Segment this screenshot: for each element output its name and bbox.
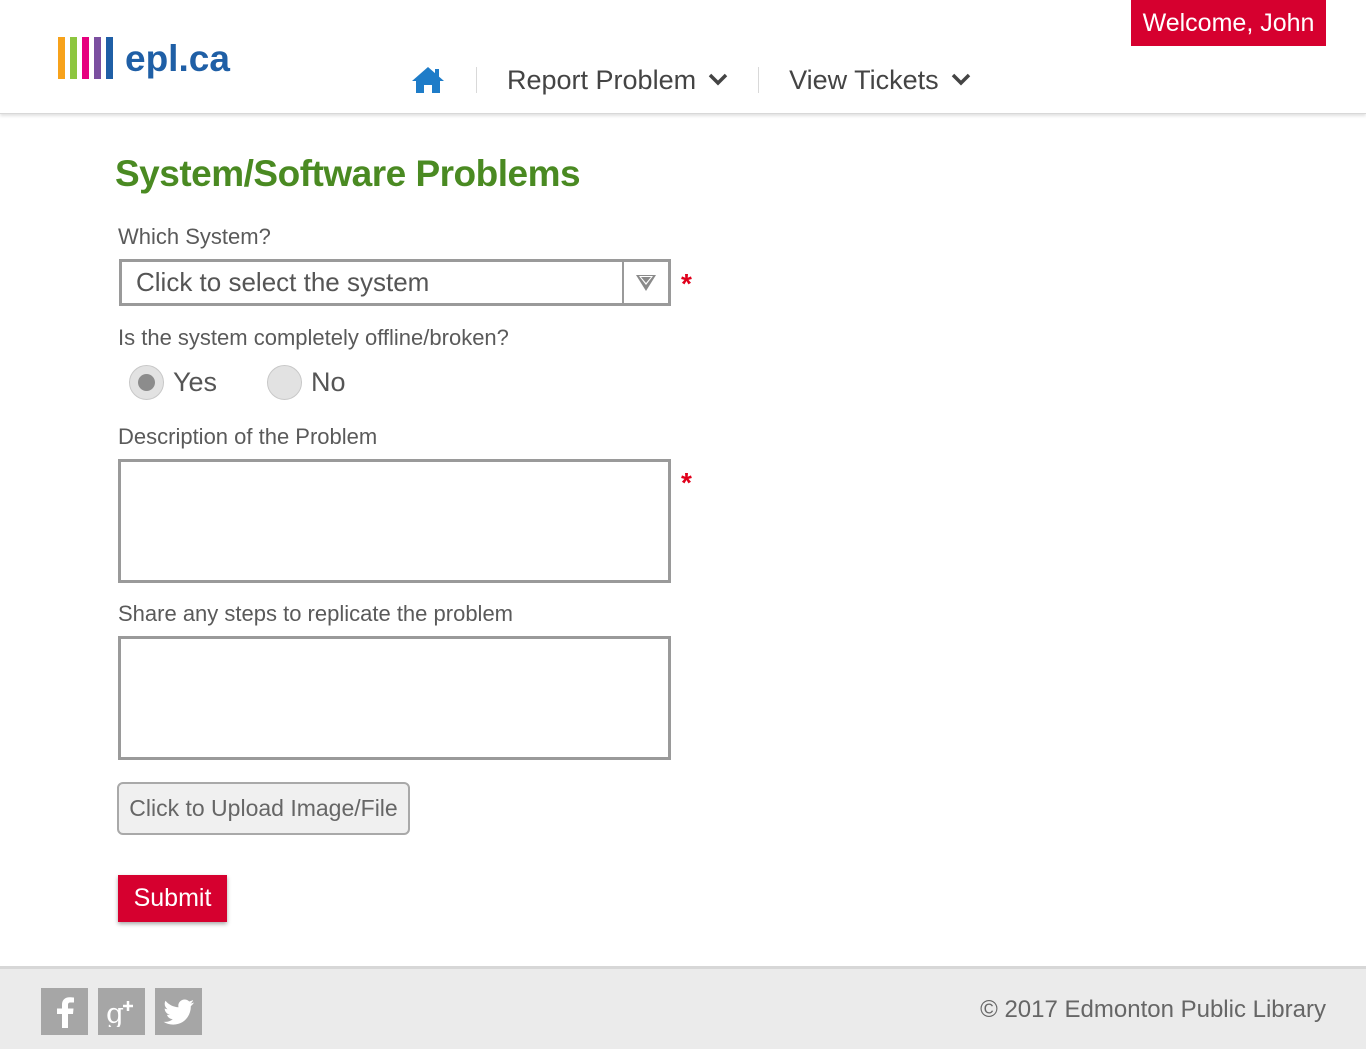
nav-view-tickets-label: View Tickets xyxy=(789,64,939,95)
radio-no[interactable]: No xyxy=(267,365,346,400)
nav-report-problem-label: Report Problem xyxy=(507,64,697,95)
logo-color-bars xyxy=(58,37,113,79)
offline-question-label: Is the system completely offline/broken? xyxy=(118,325,509,350)
system-label: Which System? xyxy=(118,224,271,249)
radio-no-label: No xyxy=(311,367,346,397)
radio-selected-dot xyxy=(138,374,155,391)
facebook-icon[interactable] xyxy=(41,988,88,1035)
radio-yes-label: Yes xyxy=(173,367,218,397)
nav-view-tickets[interactable]: View Tickets xyxy=(789,65,971,96)
page-title: System/Software Problems xyxy=(115,153,581,194)
site-header: epl.ca Report Problem View Tickets Welco… xyxy=(0,0,1366,114)
required-marker: * xyxy=(681,467,692,498)
nav-report-problem[interactable]: Report Problem xyxy=(507,65,728,96)
logo-bar xyxy=(106,37,113,79)
description-field[interactable] xyxy=(118,459,671,583)
radio-no-circle[interactable] xyxy=(267,365,302,400)
dropdown-arrow-icon[interactable] xyxy=(622,262,668,303)
upload-file-button[interactable]: Click to Upload Image/File xyxy=(117,782,410,835)
google-plus-icon[interactable]: g xyxy=(98,988,145,1035)
system-select-value: Click to select the system xyxy=(136,267,430,297)
radio-yes-circle[interactable] xyxy=(129,365,164,400)
description-label: Description of the Problem xyxy=(118,424,378,449)
svg-text:g: g xyxy=(106,997,124,1027)
radio-yes[interactable]: Yes xyxy=(129,365,217,400)
logo-bar xyxy=(58,37,65,79)
twitter-icon[interactable] xyxy=(155,988,202,1035)
logo-bar xyxy=(82,37,89,79)
chevron-down-icon xyxy=(708,73,728,87)
steps-field[interactable] xyxy=(118,636,671,760)
required-marker: * xyxy=(681,268,692,299)
home-icon[interactable] xyxy=(410,65,446,95)
copyright-text: © 2017 Edmonton Public Library xyxy=(980,996,1326,1023)
submit-button[interactable]: Submit xyxy=(118,875,227,922)
system-select[interactable]: Click to select the system xyxy=(119,259,671,306)
site-footer: g © 2017 Edmonton Public Library xyxy=(0,966,1366,1049)
logo-text: epl.ca xyxy=(125,38,230,79)
welcome-user-button[interactable]: Welcome, John xyxy=(1131,0,1326,46)
epl-logo[interactable]: epl.ca xyxy=(58,35,230,79)
chevron-down-icon xyxy=(951,73,971,87)
nav-divider xyxy=(476,67,477,93)
main-nav: Report Problem View Tickets xyxy=(410,60,971,100)
logo-bar xyxy=(94,37,101,79)
nav-divider xyxy=(758,67,760,93)
steps-label: Share any steps to replicate the problem xyxy=(118,601,514,626)
logo-bar xyxy=(70,37,77,79)
